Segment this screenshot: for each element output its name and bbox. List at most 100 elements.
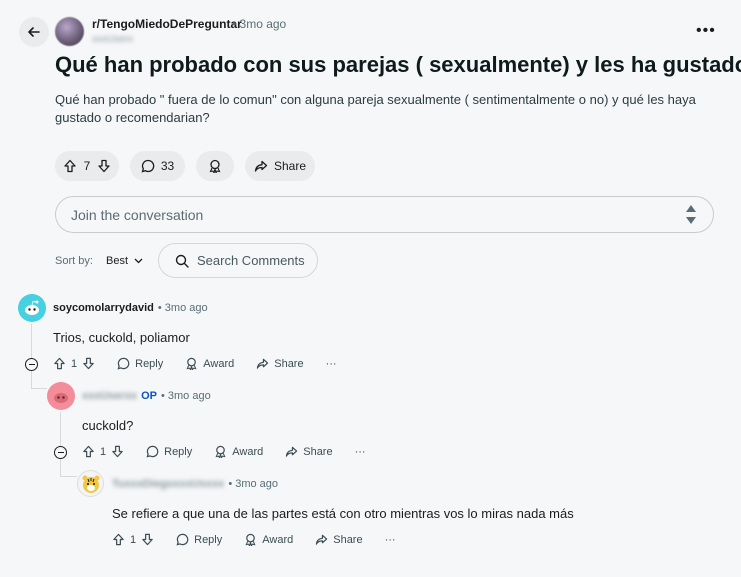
share-arrow-icon bbox=[254, 160, 268, 172]
arrow-down-icon[interactable] bbox=[82, 357, 95, 370]
search-comments-label: Search Comments bbox=[197, 253, 305, 268]
comment-text: cuckold? bbox=[82, 418, 134, 433]
sort-dropdown[interactable]: Best bbox=[106, 255, 143, 267]
reply-button[interactable]: Reply bbox=[146, 445, 192, 458]
tiger-avatar-icon bbox=[82, 475, 99, 493]
comments-count: 33 bbox=[160, 159, 175, 173]
expand-toggle-icon[interactable] bbox=[686, 205, 696, 224]
share-label: Share bbox=[274, 357, 304, 370]
collapse-thread-button[interactable] bbox=[54, 446, 67, 459]
avatar[interactable] bbox=[77, 470, 104, 497]
award-icon bbox=[215, 445, 226, 458]
award-icon bbox=[245, 533, 256, 546]
share-button[interactable]: Share bbox=[315, 533, 363, 546]
more-options-button[interactable]: ··· bbox=[355, 446, 366, 458]
comment-vote-count: 1 bbox=[100, 445, 107, 458]
back-button[interactable] bbox=[19, 17, 49, 47]
share-button[interactable]: Share bbox=[245, 151, 315, 181]
sort-label: Sort by: bbox=[55, 255, 93, 267]
post-body: Qué han probado " fuera de lo comun" con… bbox=[55, 92, 696, 125]
arrow-up-icon[interactable] bbox=[53, 357, 66, 370]
speech-bubble-icon bbox=[141, 159, 155, 173]
arrow-down-icon[interactable] bbox=[111, 445, 124, 458]
award-label: Award bbox=[262, 533, 294, 546]
more-dots-icon: ··· bbox=[325, 357, 337, 370]
comment-actions: 1 Reply Award Share ··· bbox=[53, 357, 359, 370]
arrow-left-icon bbox=[28, 27, 40, 37]
search-comments-button[interactable]: Search Comments bbox=[158, 243, 318, 278]
post-vote-count: 7 bbox=[83, 159, 91, 173]
share-arrow-icon bbox=[316, 534, 328, 545]
search-icon bbox=[175, 254, 189, 268]
arrow-down-icon[interactable] bbox=[141, 533, 154, 546]
award-button[interactable] bbox=[196, 151, 234, 181]
speech-bubble-icon bbox=[176, 533, 189, 546]
reddit-snoo-icon bbox=[25, 300, 39, 315]
collapse-thread-button[interactable] bbox=[25, 358, 38, 371]
subreddit-name[interactable]: r/TengoMiedoDePreguntar bbox=[92, 17, 242, 31]
reply-label: Reply bbox=[135, 357, 164, 370]
comment-text: Se refiere a que una de las partes está … bbox=[112, 506, 574, 521]
award-label: Award bbox=[232, 445, 264, 458]
comment-actions: 1 Reply Award Share ··· bbox=[112, 533, 418, 546]
comment-time: • 3mo ago bbox=[160, 390, 211, 402]
share-label: Share bbox=[333, 533, 363, 546]
more-options-button[interactable]: ··· bbox=[385, 534, 396, 546]
avatar[interactable] bbox=[47, 382, 75, 410]
comment-vote-count: 1 bbox=[130, 533, 137, 546]
arrow-up-icon[interactable] bbox=[82, 445, 95, 458]
share-arrow-icon bbox=[257, 358, 269, 369]
comment-author[interactable]: xxxUserxx bbox=[82, 390, 137, 402]
join-placeholder: Join the conversation bbox=[71, 206, 204, 223]
share-button[interactable]: Share bbox=[285, 445, 333, 458]
comment-time: • 3mo ago bbox=[157, 302, 208, 314]
award-label: Award bbox=[203, 357, 235, 370]
reply-label: Reply bbox=[194, 533, 223, 546]
comment-header: xxxUserxx OP • 3mo ago bbox=[82, 390, 211, 402]
avatar[interactable] bbox=[18, 294, 46, 322]
share-label: Share bbox=[303, 445, 333, 458]
reply-button[interactable]: Reply bbox=[176, 533, 222, 546]
more-dots-icon[interactable]: ••• bbox=[696, 22, 716, 40]
reply-button[interactable]: Reply bbox=[117, 357, 163, 370]
award-button[interactable]: Award bbox=[214, 445, 263, 458]
comment-vote: 1 bbox=[82, 445, 124, 458]
comment-vote-count: 1 bbox=[71, 357, 78, 370]
award-icon bbox=[209, 159, 221, 173]
reply-label: Reply bbox=[164, 445, 193, 458]
share-button[interactable]: Share bbox=[256, 357, 304, 370]
comment-author[interactable]: soycomolarrydavid bbox=[53, 302, 154, 314]
comment-header: TuxxxDiegoxxxUsxxx • 3mo ago bbox=[112, 478, 278, 490]
more-dots-icon: ··· bbox=[354, 445, 366, 458]
chevron-down-icon bbox=[134, 258, 143, 264]
award-button[interactable]: Award bbox=[185, 357, 234, 370]
award-button[interactable]: Award bbox=[244, 533, 293, 546]
share-label: Share bbox=[273, 159, 307, 173]
more-dots-icon: ··· bbox=[384, 533, 396, 546]
speech-bubble-icon bbox=[117, 357, 130, 370]
comment-actions: 1 Reply Award Share ··· bbox=[82, 445, 388, 458]
more-options-button[interactable]: ··· bbox=[326, 358, 337, 370]
comment-author[interactable]: TuxxxDiegoxxxUsxxx bbox=[112, 478, 224, 490]
post-author[interactable]: xxxUserx bbox=[92, 34, 133, 45]
subreddit-avatar[interactable] bbox=[55, 17, 84, 46]
join-conversation-input[interactable]: Join the conversation bbox=[55, 196, 714, 233]
arrow-up-icon[interactable] bbox=[63, 159, 77, 173]
op-badge: OP bbox=[141, 390, 157, 402]
arrow-down-icon[interactable] bbox=[97, 159, 111, 173]
comments-button[interactable]: 33 bbox=[130, 151, 185, 181]
comment-header: soycomolarrydavid • 3mo ago bbox=[53, 302, 208, 314]
award-icon bbox=[186, 357, 197, 370]
share-arrow-icon bbox=[286, 446, 298, 457]
arrow-up-icon[interactable] bbox=[112, 533, 125, 546]
comment-text: Trios, cuckold, poliamor bbox=[53, 330, 190, 345]
post-time: • 3mo ago bbox=[232, 17, 287, 31]
post-title: Qué han probado con sus parejas ( sexual… bbox=[55, 52, 741, 77]
comment-time: • 3mo ago bbox=[228, 478, 279, 490]
speech-bubble-icon bbox=[146, 445, 159, 458]
comment-vote: 1 bbox=[112, 533, 154, 546]
reddit-snoo-icon bbox=[54, 393, 68, 403]
post-vote-pill: 7 bbox=[55, 151, 119, 181]
comment-vote: 1 bbox=[53, 357, 95, 370]
sort-value: Best bbox=[106, 255, 129, 267]
